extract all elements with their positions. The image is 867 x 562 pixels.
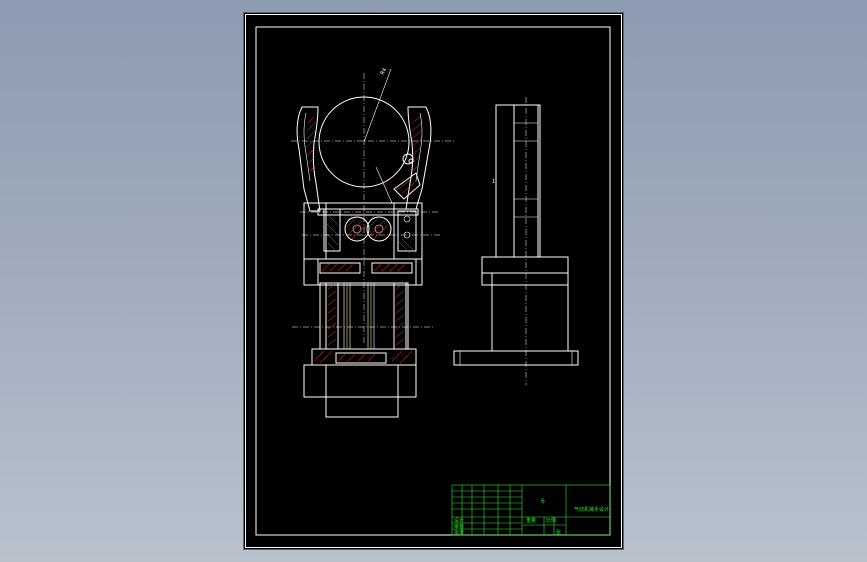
gripper-front-view: R4 bbox=[291, 67, 454, 418]
drawing-viewport[interactable]: R4 1 6 气动机械手设计 设计 审核 批准 重量 比例 张 bbox=[0, 0, 867, 562]
sheet-mark: 6 bbox=[541, 498, 545, 505]
side-base bbox=[453, 350, 579, 366]
inner-border bbox=[255, 26, 611, 536]
svg-text:R4: R4 bbox=[380, 67, 389, 76]
weight-label: 重量 bbox=[526, 517, 536, 524]
cad-drawing: R4 1 6 气动机械手设计 设计 审核 批准 重量 比例 张 bbox=[245, 14, 622, 548]
title-block: 6 气动机械手设计 设计 审核 批准 重量 比例 张 bbox=[451, 484, 611, 536]
drawing-sheet: R4 1 6 气动机械手设计 设计 审核 批准 重量 比例 张 bbox=[244, 13, 623, 549]
design-label: 设计 bbox=[454, 517, 464, 524]
drawing-title: 气动机械手设计 bbox=[574, 506, 609, 513]
outer-border bbox=[245, 14, 622, 548]
side-finger bbox=[495, 104, 541, 258]
sheet-label: 张 bbox=[556, 529, 561, 536]
check-label: 审核 bbox=[454, 523, 464, 530]
side-body-cap bbox=[481, 256, 569, 274]
left-pinion bbox=[344, 216, 370, 242]
svg-text:1: 1 bbox=[492, 179, 495, 185]
gripper-side-view: 1 bbox=[453, 97, 579, 385]
right-pinion bbox=[366, 216, 392, 242]
mount-base bbox=[303, 364, 417, 398]
approve-label: 批准 bbox=[454, 529, 464, 536]
scale-label: 比例 bbox=[546, 517, 556, 524]
